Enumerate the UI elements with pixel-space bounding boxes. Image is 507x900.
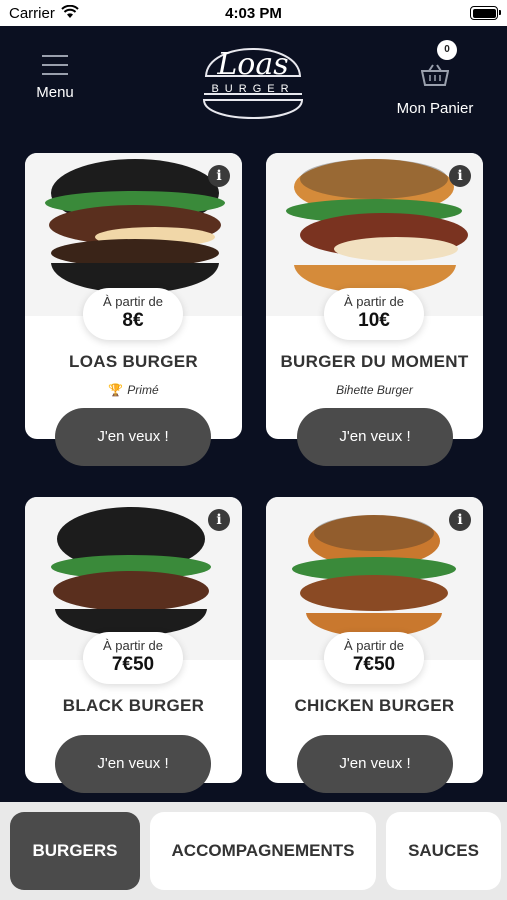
category-tab-bar: BURGERS ACCOMPAGNEMENTS SAUCES (0, 802, 507, 900)
app-header: Menu Loas BURGER 0 Mon Panier (0, 26, 507, 136)
tab-burgers[interactable]: BURGERS (10, 812, 140, 890)
menu-label: Menu (36, 84, 74, 101)
product-name: LOAS BURGER (69, 352, 198, 371)
info-icon[interactable]: i (208, 165, 230, 187)
tab-accompagnements[interactable]: ACCOMPAGNEMENTS (150, 812, 376, 890)
price-value: 7€50 (111, 654, 155, 675)
info-icon[interactable]: i (449, 509, 471, 531)
info-icon[interactable]: i (208, 509, 230, 531)
clock: 4:03 PM (225, 5, 282, 22)
product-name: BURGER DU MOMENT (280, 352, 469, 371)
basket-icon (421, 64, 449, 86)
add-to-cart-button[interactable]: J'en veux ! (55, 408, 211, 466)
menu-button[interactable]: Menu (20, 50, 90, 110)
price-value: 10€ (358, 310, 390, 331)
battery-icon (470, 6, 501, 20)
price-value: 7€50 (352, 654, 396, 675)
price-from-label: À partir de (103, 638, 163, 653)
product-tag-text: Primé (127, 383, 159, 397)
product-tag: 🏆 Primé (25, 383, 242, 397)
product-card-loas-burger[interactable]: i À partir de 8€ LOAS BURGER 🏆 Primé (25, 153, 242, 439)
price-badge: À partir de 7€50 (83, 632, 183, 684)
tab-sauces[interactable]: SAUCES (386, 812, 501, 890)
cart-button[interactable]: 0 Mon Panier (393, 40, 477, 117)
product-name: BLACK BURGER (62, 696, 205, 715)
product-name: CHICKEN BURGER (294, 696, 455, 715)
logo-script-text: Loas (216, 47, 288, 82)
product-card-burger-du-moment[interactable]: i À partir de 10€ BURGER DU MOMENT Bihet… (266, 153, 483, 439)
price-value: 8€ (122, 310, 144, 331)
logo-burger-text: BURGER (211, 83, 294, 95)
price-from-label: À partir de (103, 294, 163, 309)
price-badge: À partir de 8€ (83, 288, 183, 340)
product-tag: Bihette Burger (336, 383, 413, 397)
trophy-icon: 🏆 (108, 383, 124, 397)
status-bar: Carrier 4:03 PM (0, 0, 507, 26)
add-to-cart-button[interactable]: J'en veux ! (55, 735, 211, 793)
price-badge: À partir de 10€ (324, 288, 424, 340)
add-to-cart-button[interactable]: J'en veux ! (297, 735, 453, 793)
price-from-label: À partir de (344, 638, 404, 653)
cart-label: Mon Panier (396, 100, 474, 117)
hamburger-icon (42, 55, 68, 75)
price-from-label: À partir de (344, 294, 404, 309)
cart-count-badge: 0 (437, 40, 457, 60)
info-icon[interactable]: i (449, 165, 471, 187)
price-badge: À partir de 7€50 (324, 632, 424, 684)
add-to-cart-button[interactable]: J'en veux ! (297, 408, 453, 466)
brand-logo: Loas BURGER (198, 28, 308, 130)
